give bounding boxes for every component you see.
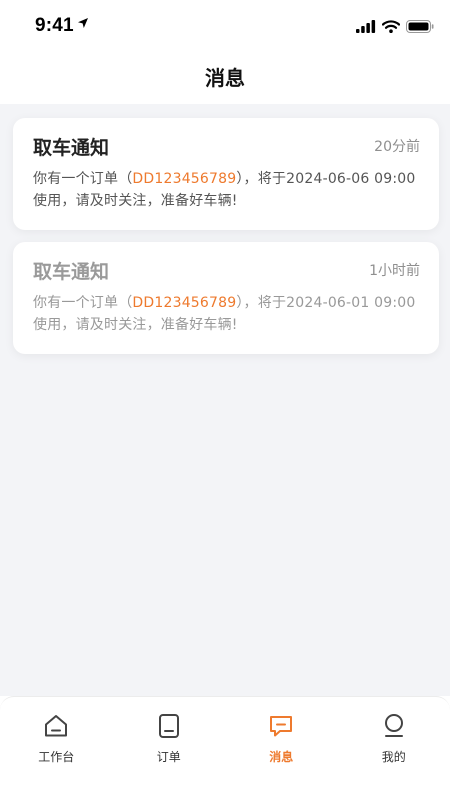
page-title: 消息 — [205, 66, 245, 90]
tab-profile[interactable]: 我的 — [338, 697, 450, 800]
order-number-link[interactable]: DD123456789 — [132, 295, 236, 311]
message-content: 你有一个订单（DD123456789），将于2024-06-06 09:00使用… — [33, 168, 420, 212]
message-time: 20分前 — [374, 139, 420, 155]
message-card[interactable]: 取车通知 20分前 你有一个订单（DD123456789），将于2024-06-… — [13, 118, 439, 230]
tab-orders[interactable]: 订单 — [113, 697, 226, 800]
order-icon — [158, 714, 179, 738]
tab-label: 消息 — [269, 750, 294, 764]
tab-bar: 工作台 订单 消息 我的 — [0, 696, 450, 800]
message-title: 取车通知 — [33, 260, 110, 283]
order-number-link[interactable]: DD123456789 — [132, 171, 236, 187]
status-bar: 9:41 — [0, 0, 450, 52]
home-icon — [45, 715, 68, 737]
tab-label: 我的 — [381, 750, 406, 764]
message-text-before: 你有一个订单（ — [33, 295, 133, 311]
tab-label: 订单 — [156, 750, 181, 764]
message-list: 取车通知 20分前 你有一个订单（DD123456789），将于2024-06-… — [0, 104, 450, 696]
message-card-read[interactable]: 取车通知 1小时前 你有一个订单（DD123456789），将于2024-06-… — [13, 242, 439, 354]
message-title: 取车通知 — [33, 136, 110, 159]
message-icon — [270, 716, 293, 737]
message-content: 你有一个订单（DD123456789），将于2024-06-01 09:00使用… — [33, 292, 420, 336]
status-icons — [356, 20, 434, 33]
battery-icon — [406, 20, 434, 33]
signal-icon — [356, 20, 376, 33]
navigation-bar: 消息 — [0, 52, 450, 104]
location-arrow-icon — [78, 18, 88, 28]
profile-icon — [384, 714, 403, 737]
wifi-icon — [382, 20, 400, 33]
message-text-before: 你有一个订单（ — [33, 171, 133, 187]
message-time: 1小时前 — [369, 263, 420, 279]
tab-workbench[interactable]: 工作台 — [0, 697, 113, 800]
tab-label: 工作台 — [38, 750, 75, 764]
tab-messages[interactable]: 消息 — [225, 697, 338, 800]
status-time: 9:41 — [35, 15, 74, 36]
